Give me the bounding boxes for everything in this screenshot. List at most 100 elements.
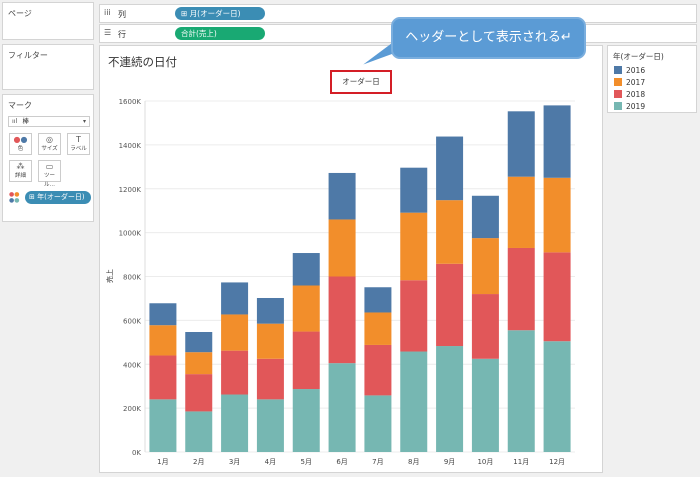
bar-chart-icon: ııl — [12, 117, 18, 125]
x-tick-label: 9月 — [444, 458, 455, 466]
bar-segment — [436, 136, 464, 201]
bar-segment — [543, 341, 571, 452]
bar-segment — [256, 399, 284, 452]
bar-segment — [149, 325, 177, 356]
bar-segment — [185, 352, 213, 375]
bar-segment — [328, 276, 356, 364]
label-button[interactable]: T ラベル — [67, 133, 90, 155]
y-tick-label: 1000K — [119, 230, 142, 238]
marks-title: マーク — [8, 101, 32, 110]
bar-segment — [256, 297, 284, 324]
filters-title: フィルター — [8, 51, 48, 60]
detail-button[interactable]: ⁂ 詳細 — [9, 160, 32, 182]
rows-label: 行 — [118, 30, 126, 39]
y-tick-label: 1400K — [119, 142, 142, 150]
bar-segment — [292, 331, 320, 390]
bar-segment — [292, 253, 320, 286]
bar-segment — [364, 344, 392, 396]
bar-segment — [436, 263, 464, 347]
y-tick-label: 1200K — [119, 186, 142, 194]
legend-item[interactable]: 2018 — [614, 90, 645, 99]
y-tick-label: 1600K — [119, 98, 142, 106]
legend-item[interactable]: 2017 — [614, 78, 645, 87]
x-tick-label: 10月 — [477, 458, 493, 466]
color-legend: 年(オーダー日) 2016 2017 2018 2019 — [607, 45, 697, 113]
bar-segment — [507, 111, 535, 177]
bar-segment — [471, 294, 499, 359]
bar-segment — [364, 312, 392, 345]
columns-icon: iii — [104, 8, 111, 17]
x-tick-label: 8月 — [408, 458, 419, 466]
color-button[interactable]: ●● 色 — [9, 133, 32, 155]
y-axis-label: 売上 — [105, 269, 114, 283]
bar-segment — [507, 176, 535, 248]
color-pill[interactable]: ⊞ 年(オーダー日) — [25, 191, 91, 204]
bar-segment — [471, 195, 499, 239]
marks-panel: マーク ııl 棒 ▾ ●● 色 ◎ サイズ T ラベル ⁂ 詳細 ▭ ツール…… — [2, 94, 94, 222]
x-tick-label: 12月 — [549, 458, 565, 466]
columns-label: 列 — [118, 10, 126, 19]
bar-segment — [471, 358, 499, 452]
bar-segment — [292, 285, 320, 332]
y-tick-label: 800K — [123, 274, 141, 282]
legend-swatch — [614, 66, 622, 74]
bar-segment — [436, 346, 464, 452]
bar-segment — [149, 399, 177, 452]
bar-segment — [543, 105, 571, 178]
columns-pill[interactable]: ⊞ 月(オーダー日) — [175, 7, 265, 20]
x-tick-label: 7月 — [372, 458, 383, 466]
bar-segment — [149, 303, 177, 326]
rows-pill[interactable]: 合計(売上) — [175, 27, 265, 40]
bar-segment — [149, 355, 177, 400]
bar-segment — [256, 358, 284, 400]
bar-segment — [400, 351, 428, 452]
size-button[interactable]: ◎ サイズ — [38, 133, 61, 155]
detail-icon: ⁂ — [16, 162, 25, 171]
y-tick-label: 0K — [132, 449, 141, 457]
color-field-pill[interactable]: ●● ●● ⊞ 年(オーダー日) — [9, 191, 91, 204]
legend-title: 年(オーダー日) — [613, 52, 664, 61]
bar-segment — [221, 282, 249, 315]
filters-panel[interactable]: フィルター — [2, 44, 94, 90]
x-tick-label: 4月 — [265, 458, 276, 466]
legend-item[interactable]: 2016 — [614, 66, 645, 75]
pages-title: ページ — [8, 9, 32, 18]
x-tick-label: 3月 — [229, 458, 240, 466]
tooltip-icon: ▭ — [45, 162, 54, 171]
bar-segment — [436, 200, 464, 264]
size-icon: ◎ — [46, 135, 53, 144]
y-tick-label: 200K — [123, 405, 141, 413]
bar-segment — [221, 394, 249, 452]
bar-segment — [364, 395, 392, 452]
bar-segment — [364, 287, 392, 313]
pages-panel: ページ — [2, 2, 94, 40]
x-tick-label: 6月 — [336, 458, 347, 466]
legend-item[interactable]: 2019 — [614, 102, 645, 111]
bar-segment — [543, 252, 571, 342]
bar-segment — [185, 411, 213, 452]
x-tick-label: 2月 — [193, 458, 204, 466]
plus-box-icon: ⊞ — [29, 193, 35, 201]
color-dots-icon: ●● ●● — [9, 191, 20, 204]
mark-type-value: 棒 — [22, 117, 30, 125]
bar-segment — [292, 389, 320, 452]
tooltip-button[interactable]: ▭ ツール… — [38, 160, 61, 188]
x-tick-label: 11月 — [513, 458, 529, 466]
bar-segment — [471, 238, 499, 295]
stacked-bar-chart: 0K 200K 400K 600K 800K 1000K 1200K 1400K 1600K 売上… — [105, 98, 575, 466]
bar-segment — [328, 219, 356, 277]
bar-segment — [328, 172, 356, 220]
x-tick-label: 5月 — [301, 458, 312, 466]
color-dots-icon: ●● — [13, 135, 28, 144]
bar-segment — [543, 177, 571, 253]
chevron-down-icon: ▾ — [82, 118, 86, 125]
legend-swatch — [614, 78, 622, 86]
bar-segment — [185, 374, 213, 412]
bar-segment — [400, 280, 428, 352]
mark-type-select[interactable]: ııl 棒 ▾ — [8, 116, 90, 127]
viz-pane: 不連続の日付 オーダー日 0K 200K 400K 600K 800K 1000K 1200… — [99, 45, 603, 473]
bar-segment — [221, 314, 249, 351]
x-tick-label: 1月 — [157, 458, 168, 466]
bar-segment — [256, 323, 284, 359]
bar-segment — [400, 167, 428, 213]
